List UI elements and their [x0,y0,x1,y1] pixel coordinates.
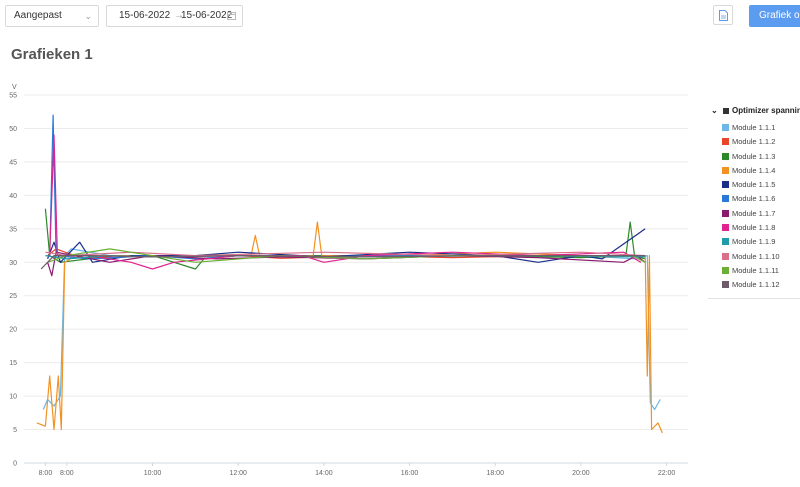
x-tick-label: 8:00 [60,470,74,477]
y-tick-label: 5 [13,427,17,434]
line-chart: V 0 5 10 15 20 25 30 35 40 45 50 55 8:00 8:00 10:00 12:0… [9,84,688,477]
y-tick-label: 50 [9,126,17,133]
legend-swatch [722,281,729,289]
legend-item[interactable]: Module 1.1.3 [722,151,780,165]
legend-item[interactable]: Module 1.1.2 [722,136,780,150]
y-tick-label: 0 [13,461,17,468]
y-tick-label: 45 [9,159,17,166]
y-tick-label: 25 [9,293,17,300]
legend-item-label: Module 1.1.7 [732,208,776,218]
legend-group-label: Optimizer spanning [732,106,800,115]
period-select-value: Aangepast [14,10,62,21]
legend-item[interactable]: Module 1.1.9 [722,236,780,250]
legend-item[interactable]: Module 1.1.8 [722,222,780,236]
y-tick-label: 20 [9,327,17,334]
calendar-icon [227,12,236,20]
legend-item-label: Module 1.1.9 [732,237,776,247]
page-title: Grafieken 1 [11,46,93,63]
y-axis-unit: V [12,84,17,91]
legend-swatch [722,252,729,260]
y-tick-label: 30 [9,260,17,267]
date-to[interactable]: 15-06-2022 [181,6,232,26]
series-line-6 [49,114,646,260]
legend-item-label: Module 1.1.10 [732,251,780,261]
y-tick-label: 40 [9,193,17,200]
legend-item-label: Module 1.1.1 [732,123,776,132]
legend-swatch [722,166,729,174]
chevron-down-icon: ⌄ [84,11,92,21]
period-select[interactable]: Aangepast ⌄ [5,5,99,27]
legend-item-label: Module 1.1.11 [732,265,779,275]
series-line-8 [49,134,642,270]
legend-item[interactable]: Module 1.1.1 [722,122,780,136]
chart-legend: ⌄ Optimizer spanning Module 1.1.1 Module 1… [708,98,800,299]
chart-save-button[interactable]: Grafiek ops [749,5,800,27]
series-line-4 [36,221,663,434]
legend-swatch [722,181,729,189]
x-tick-label: 10:00 [144,470,162,477]
date-from[interactable]: 15-06-2022 [119,6,170,26]
legend-item[interactable]: Module 1.1.6 [722,193,780,207]
legend-item-label: Module 1.1.5 [732,180,776,190]
x-tick-label: 8:00 [39,470,53,477]
group-checkbox[interactable] [723,107,729,114]
y-tick-label: 10 [9,394,17,401]
x-tick-label: 12:00 [229,470,247,477]
legend-swatch [722,238,729,246]
y-tick-label: 15 [9,360,17,367]
x-tick-label: 14:00 [315,470,333,477]
x-tick-label: 20:00 [572,470,590,477]
legend-item-label: Module 1.1.6 [732,194,776,204]
legend-item-label: Module 1.1.12 [732,280,780,290]
legend-item-label: Module 1.1.4 [732,165,776,175]
legend-item[interactable]: Module 1.1.7 [722,208,780,222]
toolbar: Aangepast ⌄ 15-06-2022 → 15-06-2022 Graf… [0,0,800,32]
legend-item[interactable]: Module 1.1.10 [722,251,780,265]
x-tick-label: 22:00 [658,470,676,477]
legend-swatch [722,152,729,160]
legend-swatch [722,195,729,203]
x-tick-label: 18:00 [486,470,504,477]
legend-swatch [722,224,729,232]
legend-item[interactable]: Module 1.1.12 [722,279,780,293]
legend-item-label: Module 1.1.2 [732,137,776,147]
y-tick-label: 55 [9,93,17,100]
legend-item[interactable]: Module 1.1.5 [722,179,780,193]
date-range-picker[interactable]: 15-06-2022 → 15-06-2022 [106,5,243,27]
legend-swatch [722,209,729,217]
x-tick-label: 16:00 [401,470,419,477]
legend-item-label: Module 1.1.8 [732,223,776,233]
legend-list: Module 1.1.1 Module 1.1.2 Module 1.1.3 Modu… [722,122,780,294]
legend-group-header[interactable]: ⌄ Optimizer spanning [711,106,800,115]
legend-item[interactable]: Module 1.1.4 [722,165,780,179]
legend-item-label: Module 1.1.3 [732,151,776,161]
legend-item[interactable]: Module 1.1.11 [722,265,780,279]
legend-swatch [722,266,729,274]
document-icon [719,10,728,21]
export-document-button[interactable] [713,5,733,25]
legend-swatch [722,124,729,131]
y-tick-label: 35 [9,226,17,233]
chevron-down-icon[interactable]: ⌄ [711,106,721,115]
legend-swatch [722,138,729,146]
